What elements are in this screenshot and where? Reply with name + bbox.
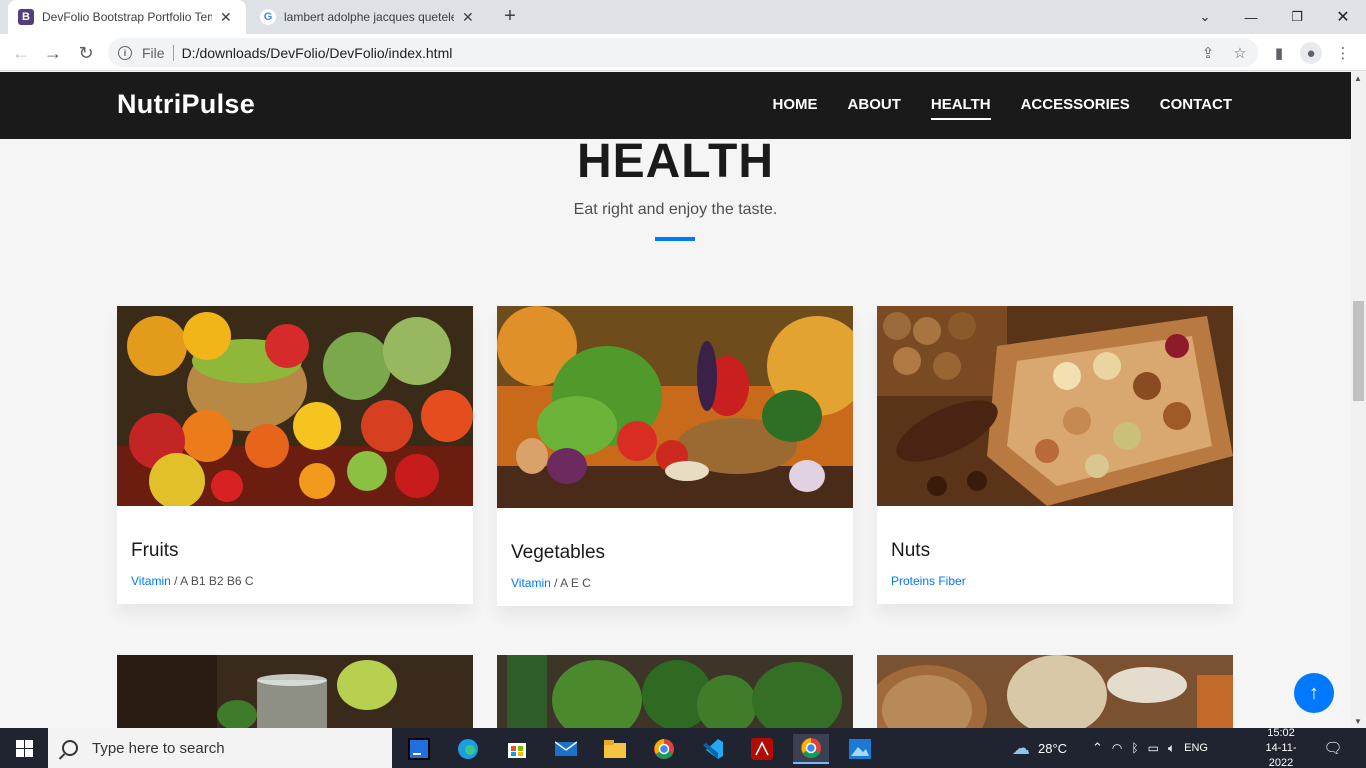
- show-hidden-icons-chevron-up-icon[interactable]: ⌃: [1092, 740, 1103, 756]
- nav-accessories[interactable]: ACCESSORIES: [1021, 96, 1130, 119]
- minimize-button[interactable]: —: [1228, 0, 1274, 34]
- mail-icon[interactable]: [548, 734, 584, 764]
- tab-devfolio[interactable]: B DevFolio Bootstrap Portfolio Tem ✕: [8, 0, 246, 34]
- edge-icon[interactable]: [450, 734, 486, 764]
- card-title[interactable]: Fruits: [131, 540, 459, 562]
- card-water-photo[interactable]: [117, 655, 473, 728]
- card-greens-photo[interactable]: [497, 655, 853, 728]
- chrome-icon[interactable]: [646, 734, 682, 764]
- url-text[interactable]: D:/downloads/DevFolio/DevFolio/index.htm…: [182, 45, 453, 61]
- restore-button[interactable]: ❐: [1274, 0, 1320, 34]
- close-window-button[interactable]: ✕: [1320, 0, 1366, 34]
- taskbar-search-box[interactable]: Type here to search: [48, 728, 392, 768]
- tab-title: lambert adolphe jacques quetele: [284, 10, 454, 24]
- scroll-up-icon[interactable]: ▲: [1354, 74, 1362, 83]
- card-grains-photo[interactable]: [877, 655, 1233, 728]
- section-subtitle: Eat right and enjoy the taste.: [573, 201, 778, 218]
- file-explorer-icon[interactable]: [597, 734, 633, 764]
- nav-health[interactable]: HEALTH: [930, 96, 991, 120]
- weather-temp: 28°C: [1038, 740, 1068, 756]
- clock-date: 14-11-2022: [1265, 741, 1297, 768]
- weather-widget[interactable]: ☁ 28°C: [1012, 728, 1067, 768]
- fruits-photo[interactable]: [117, 306, 473, 506]
- bluetooth-icon[interactable]: ᛒ: [1131, 741, 1138, 755]
- section-title: HEALTH: [576, 135, 775, 188]
- windows-logo-icon: [15, 739, 33, 757]
- card-info: Fruits Vitamin / A B1 B2 B6 C: [117, 540, 473, 588]
- clock-time: 15:02: [1267, 726, 1295, 739]
- close-tab-icon[interactable]: ✕: [462, 9, 474, 26]
- card-nuts[interactable]: Nuts Proteins Fiber: [877, 306, 1233, 604]
- nav-about[interactable]: ABOUT: [848, 96, 901, 119]
- intellij-icon[interactable]: [401, 734, 437, 764]
- system-tray: ⌃ ◠ ᛒ ▭ 🔈︎ ENG: [1092, 728, 1208, 768]
- search-placeholder: Type here to search: [92, 739, 225, 757]
- google-favicon-icon: G: [260, 9, 276, 25]
- close-tab-icon[interactable]: ✕: [220, 9, 232, 26]
- cloud-icon: ☁: [1012, 737, 1030, 758]
- clock[interactable]: 15:02 14-11-2022: [1254, 726, 1308, 768]
- tab-title: DevFolio Bootstrap Portfolio Tem: [42, 10, 212, 24]
- card-info: Vegetables Vitamin / A E C: [497, 542, 853, 590]
- site-navbar: NutriPulse HOME ABOUT HEALTH ACCESSORIES…: [0, 72, 1351, 139]
- notifications-icon[interactable]: 🗨︎: [1320, 728, 1346, 768]
- scrollbar-thumb[interactable]: [1353, 301, 1364, 401]
- accent-divider: [655, 237, 695, 241]
- volume-icon[interactable]: 🔈︎: [1168, 741, 1175, 756]
- language-indicator[interactable]: ENG: [1184, 742, 1208, 754]
- menu-kebab-icon[interactable]: ⋮: [1332, 42, 1354, 64]
- tab-search-chevron-down-icon[interactable]: ⌄: [1182, 0, 1228, 34]
- windows-taskbar: Type here to search ☁ 28°C ⌃ ◠ ᛒ ▭ 🔈︎ EN…: [0, 726, 1366, 768]
- scroll-down-icon[interactable]: ▼: [1354, 717, 1362, 726]
- acrobat-icon[interactable]: [744, 734, 780, 764]
- card-category-link[interactable]: Vitamin: [511, 576, 551, 590]
- reload-icon[interactable]: ↻: [73, 40, 99, 66]
- site-brand[interactable]: NutriPulse: [117, 89, 255, 120]
- side-panel-icon[interactable]: ▮: [1268, 42, 1290, 64]
- info-icon[interactable]: i: [118, 45, 132, 60]
- battery-icon[interactable]: ▭: [1148, 741, 1159, 755]
- store-icon[interactable]: [499, 734, 535, 764]
- page-scrollbar[interactable]: ▲ ▼: [1351, 72, 1366, 728]
- card-meta: Vitamin / A E C: [511, 576, 839, 590]
- photos-icon[interactable]: [842, 734, 878, 764]
- divider: [172, 44, 174, 61]
- chrome-active-icon[interactable]: [793, 734, 829, 764]
- start-button[interactable]: [0, 728, 48, 768]
- new-tab-button[interactable]: +: [498, 5, 522, 28]
- bootstrap-favicon-icon: B: [18, 9, 34, 25]
- card-detail: / A B1 B2 B6 C: [170, 574, 254, 588]
- profile-avatar-icon[interactable]: ●: [1300, 42, 1322, 64]
- card-detail: / A E C: [550, 576, 591, 590]
- card-info: Nuts Proteins Fiber: [877, 540, 1233, 588]
- card-category-link[interactable]: Vitamin: [131, 574, 171, 588]
- card-meta: Vitamin / A B1 B2 B6 C: [131, 574, 459, 588]
- share-icon[interactable]: ⇪: [1197, 42, 1219, 64]
- browser-toolbar: ← → ↻ i File D:/downloads/DevFolio/DevFo…: [0, 34, 1366, 71]
- vscode-icon[interactable]: [695, 734, 731, 764]
- web-page: NutriPulse HOME ABOUT HEALTH ACCESSORIES…: [0, 72, 1351, 728]
- card-vegetables[interactable]: Vegetables Vitamin / A E C: [497, 306, 853, 606]
- card-title[interactable]: Vegetables: [511, 542, 839, 564]
- back-arrow-icon[interactable]: ←: [8, 40, 34, 66]
- nav-home[interactable]: HOME: [773, 96, 818, 119]
- tab-google-search[interactable]: G lambert adolphe jacques quetele ✕: [250, 0, 488, 34]
- card-fruits[interactable]: Fruits Vitamin / A B1 B2 B6 C: [117, 306, 473, 604]
- wifi-icon[interactable]: ◠: [1112, 741, 1122, 755]
- bookmark-star-icon[interactable]: ☆: [1229, 42, 1251, 64]
- card-category-link[interactable]: Proteins Fiber: [891, 574, 966, 588]
- nav-contact[interactable]: CONTACT: [1160, 96, 1232, 119]
- search-icon: [62, 740, 78, 756]
- nav-links: HOME ABOUT HEALTH ACCESSORIES CONTACT: [773, 96, 1232, 120]
- address-bar[interactable]: i File D:/downloads/DevFolio/DevFolio/in…: [108, 38, 1258, 67]
- card-meta: Proteins Fiber: [891, 574, 1219, 588]
- back-to-top-button[interactable]: ↑: [1294, 673, 1334, 713]
- browser-tab-strip: B DevFolio Bootstrap Portfolio Tem ✕ G l…: [0, 0, 1366, 34]
- scheme-label: File: [142, 44, 165, 61]
- nuts-photo[interactable]: [877, 306, 1233, 506]
- card-title[interactable]: Nuts: [891, 540, 1219, 562]
- vegetables-photo[interactable]: [497, 306, 853, 508]
- forward-arrow-icon[interactable]: →: [40, 40, 66, 66]
